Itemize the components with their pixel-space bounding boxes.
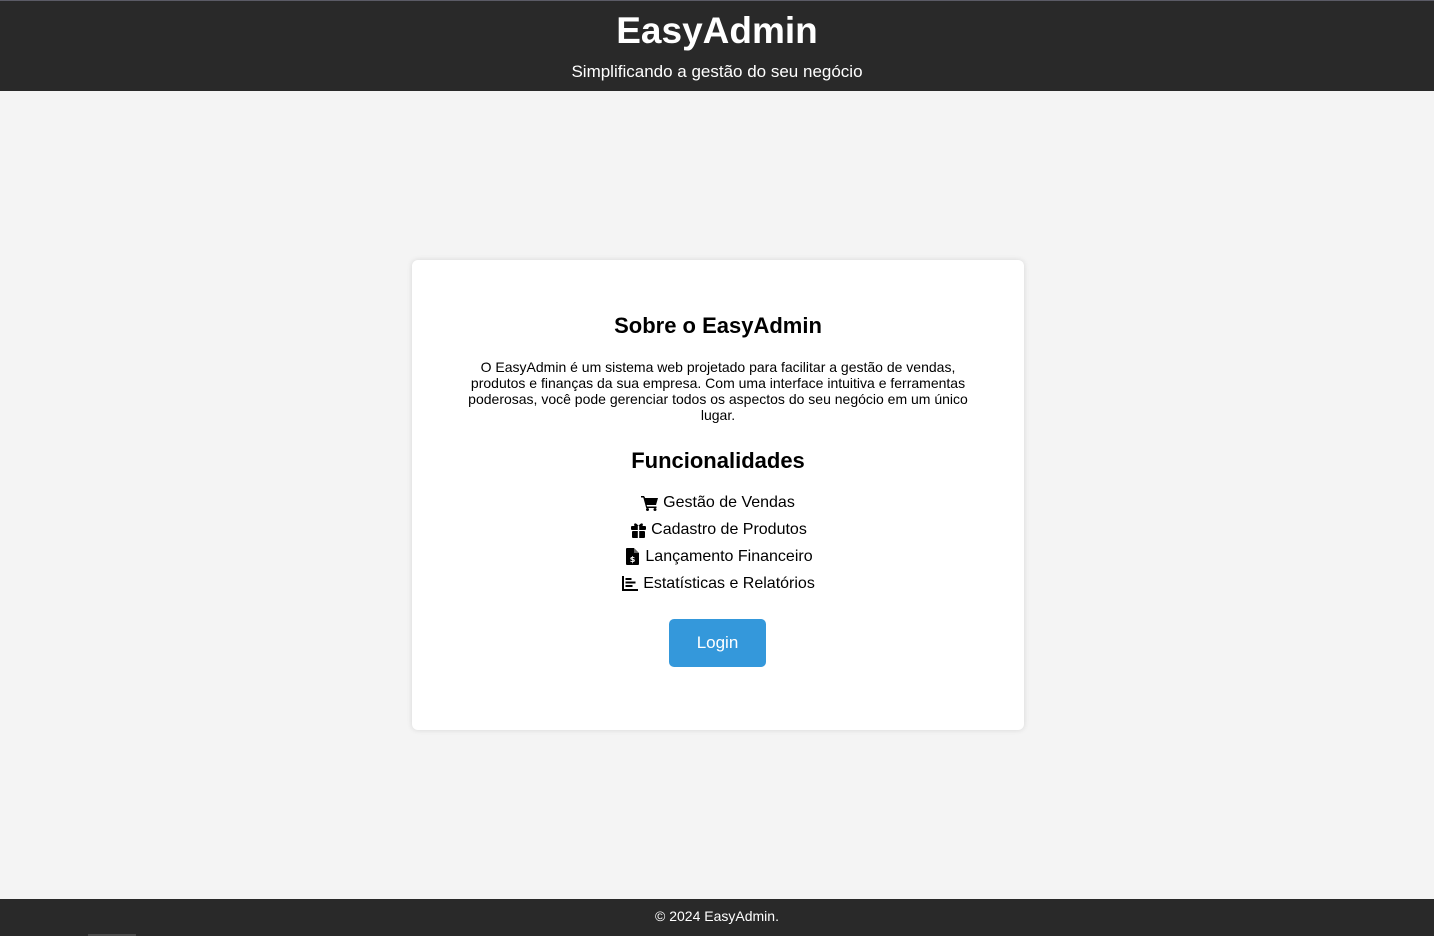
bar-chart-icon — [621, 575, 639, 593]
feature-item-reports: Estatísticas e Relatórios — [412, 570, 1024, 597]
feature-item-finance: $ Lançamento Financeiro — [412, 543, 1024, 570]
page-header: EasyAdmin Simplificando a gestão do seu … — [0, 0, 1434, 91]
feature-item-sales: Gestão de Vendas — [412, 489, 1024, 516]
app-title: EasyAdmin — [616, 10, 818, 51]
feature-label: Cadastro de Produtos — [651, 520, 807, 538]
feature-item-products: Cadastro de Produtos — [412, 516, 1024, 543]
feature-label: Gestão de Vendas — [663, 493, 795, 511]
svg-text:$: $ — [630, 555, 636, 564]
about-description: O EasyAdmin é um sistema web projetado p… — [468, 359, 968, 423]
shopping-cart-icon — [641, 494, 659, 512]
invoice-dollar-icon: $ — [623, 548, 641, 566]
feature-label: Lançamento Financeiro — [645, 547, 813, 565]
about-card: Sobre o EasyAdmin O EasyAdmin é um siste… — [412, 260, 1024, 730]
features-title: Funcionalidades — [631, 448, 805, 473]
gift-box-icon — [629, 521, 647, 539]
features-list: Gestão de Vendas Cadastro de Produtos $ — [412, 489, 1024, 597]
login-button[interactable]: Login — [669, 619, 766, 667]
app-subtitle: Simplificando a gestão do seu negócio — [571, 62, 863, 81]
feature-label: Estatísticas e Relatórios — [643, 574, 815, 592]
page-footer: © 2024 EasyAdmin. — [0, 899, 1434, 936]
about-title: Sobre o EasyAdmin — [614, 313, 822, 338]
footer-copyright: © 2024 EasyAdmin. — [655, 908, 779, 924]
